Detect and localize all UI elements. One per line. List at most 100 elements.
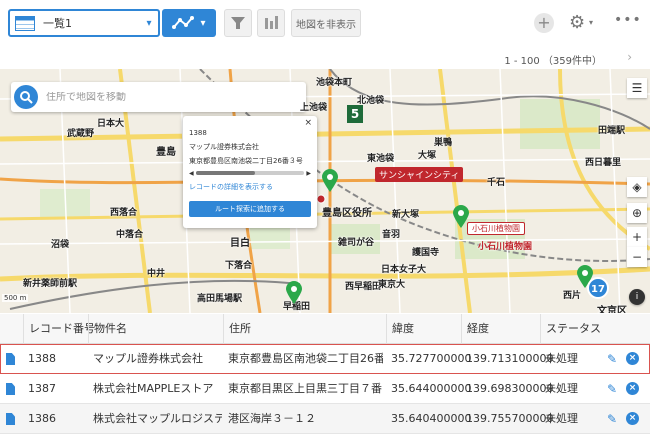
edit-pencil-icon[interactable]: ✎ xyxy=(607,412,617,426)
map-label: 西落合 xyxy=(110,208,138,218)
map-label: 護国寺 xyxy=(412,248,440,258)
scroll-left-icon[interactable]: ◀ xyxy=(189,170,194,177)
column-header[interactable]: ステータス xyxy=(540,314,601,344)
cell-record-number: 1388 xyxy=(28,352,56,365)
scroll-track[interactable] xyxy=(195,171,305,175)
bar-chart-icon xyxy=(265,16,278,29)
map-search-input[interactable] xyxy=(46,91,286,103)
popup-scrollbar[interactable]: ◀ ▶ xyxy=(189,169,311,177)
column-header[interactable]: レコード番号 xyxy=(23,314,95,344)
map-label: 中井 xyxy=(147,269,166,279)
map-label: 西日暮里 xyxy=(585,158,622,168)
popup-record-number: 1388 xyxy=(189,129,207,137)
map-label: 大塚 xyxy=(418,151,437,161)
more-options-icon[interactable]: ••• xyxy=(614,12,642,28)
cell-name: 株式会社マップルロジスティクス xyxy=(93,412,222,425)
record-detail-icon[interactable] xyxy=(6,413,15,425)
cell-latitude: 35.640400000 xyxy=(391,412,472,425)
map-label: 沼袋 xyxy=(51,240,70,250)
add-record-button[interactable]: + xyxy=(534,13,554,33)
pagination-text: 1 - 100 （359件中） xyxy=(504,56,602,67)
popup-address: 東京都豊島区南池袋二丁目26番３号 xyxy=(189,157,303,165)
close-icon[interactable]: × xyxy=(304,118,312,128)
graph-button[interactable] xyxy=(257,9,285,37)
map-label: 武蔵野 xyxy=(67,129,95,139)
add-to-route-button[interactable]: ルート探索に追加する xyxy=(189,201,311,217)
column-header[interactable]: 住所 xyxy=(223,314,385,344)
map-label: 上池袋 xyxy=(300,103,328,113)
delete-icon[interactable]: × xyxy=(626,382,639,395)
graph-select-button[interactable]: ▾ xyxy=(162,9,216,37)
landmark-tag: 小石川植物園 xyxy=(467,222,525,235)
table-view-icon xyxy=(15,15,35,31)
map-scale: 500 m xyxy=(2,294,29,302)
map-label: 日本大 xyxy=(97,119,125,129)
map-info-popup: × 1388 マップル證券株式会社 東京都豊島区南池袋二丁目26番３号 ◀ ▶ … xyxy=(183,116,317,228)
table-row[interactable]: 1388 マップル證券株式会社 東京都豊島区南池袋二丁目26番３号 35.727… xyxy=(0,344,650,374)
delete-icon[interactable]: × xyxy=(626,352,639,365)
filter-icon xyxy=(231,17,245,29)
cell-status: 未処理 xyxy=(545,382,578,395)
map-pin-icon[interactable] xyxy=(321,169,339,193)
chevron-down-icon: ▾ xyxy=(146,17,152,29)
zoom-in-icon[interactable]: + xyxy=(627,227,647,247)
column-header[interactable]: 経度 xyxy=(461,314,539,344)
info-icon[interactable]: i xyxy=(629,289,645,305)
edit-pencil-icon[interactable]: ✎ xyxy=(607,382,617,396)
map-label: 千石 xyxy=(487,178,506,188)
record-detail-link[interactable]: レコードの詳細を表示する xyxy=(189,181,311,193)
map-pin-icon[interactable] xyxy=(452,205,470,229)
edit-pencil-icon[interactable]: ✎ xyxy=(607,352,617,366)
view-select-label: 一覧1 xyxy=(43,17,72,30)
selected-location-dot-icon xyxy=(316,194,326,204)
hide-map-button[interactable]: 地図を非表示 xyxy=(291,9,361,37)
map-label: 音羽 xyxy=(382,230,401,240)
map-label: 池袋本町 xyxy=(316,78,353,88)
map-label: 西早稲田 xyxy=(345,282,382,292)
map-label: 中落合 xyxy=(116,230,144,240)
map-pin-icon[interactable] xyxy=(285,281,303,305)
table-row[interactable]: 1386 株式会社マップルロジスティクス 港区海岸３－１２ 35.6404000… xyxy=(0,404,650,434)
locate-icon[interactable]: ⊕ xyxy=(627,203,647,223)
map-label: 西片 xyxy=(563,291,582,301)
map-label: 日本女子大 xyxy=(381,265,427,275)
layers-menu-icon[interactable]: ☰ xyxy=(627,78,647,98)
gear-icon[interactable]: ⚙ xyxy=(569,12,585,33)
toolbar: 一覧1 ▾ ▾ 地図を非表示 + ⚙ ▾ ••• xyxy=(0,0,650,46)
cell-name: 株式会社MAPPLEストア xyxy=(93,382,214,395)
filter-button[interactable] xyxy=(224,9,252,37)
landmark-tag: サンシャインシティ xyxy=(375,167,464,182)
record-detail-icon[interactable] xyxy=(6,353,15,365)
cell-address: 東京都目黒区上目黒三丁目７番３号 xyxy=(228,382,383,395)
map-label: 東池袋 xyxy=(367,154,395,164)
table-header: レコード番号 物件名 住所 緯度 経度 ステータス xyxy=(0,314,650,344)
search-icon[interactable] xyxy=(14,85,38,109)
map-label: 目白 xyxy=(230,238,250,249)
view-select[interactable]: 一覧1 ▾ xyxy=(8,9,160,37)
chevron-down-icon[interactable]: ▾ xyxy=(589,18,593,27)
map-view[interactable]: 池袋本町 北池袋 上池袋 武蔵野 豊島 雑司が谷 目白 下落合 高田馬場駅 中井… xyxy=(0,69,650,313)
record-detail-icon[interactable] xyxy=(6,383,15,395)
table-row[interactable]: 1387 株式会社MAPPLEストア 東京都目黒区上目黒三丁目７番３号 35.6… xyxy=(0,374,650,404)
map-label: 新大塚 xyxy=(392,210,420,220)
route-number-badge: 5 xyxy=(347,105,363,123)
cell-latitude: 35.727700000 xyxy=(391,352,472,365)
next-page-icon[interactable]: › xyxy=(627,50,632,64)
map-label: 小石川植物園 xyxy=(478,242,533,252)
cell-record-number: 1387 xyxy=(28,382,56,395)
map-label: 雑司が谷 xyxy=(338,238,375,248)
route-badge-17-icon: 17 xyxy=(587,277,609,299)
column-header[interactable]: 物件名 xyxy=(88,314,222,344)
chevron-down-icon: ▾ xyxy=(200,17,206,29)
line-chart-icon xyxy=(172,16,195,29)
records-table: レコード番号 物件名 住所 緯度 経度 ステータス 1388 マップル證券株式会… xyxy=(0,314,650,434)
layers-icon[interactable]: ◈ xyxy=(627,177,647,197)
delete-icon[interactable]: × xyxy=(626,412,639,425)
map-search-box[interactable] xyxy=(11,82,306,112)
cell-status: 未処理 xyxy=(545,412,578,425)
scroll-right-icon[interactable]: ▶ xyxy=(306,170,311,177)
column-header[interactable]: 緯度 xyxy=(386,314,460,344)
zoom-out-icon[interactable]: − xyxy=(627,247,647,267)
map-label: 新井薬師前駅 xyxy=(23,279,78,289)
cell-latitude: 35.644000000 xyxy=(391,382,472,395)
